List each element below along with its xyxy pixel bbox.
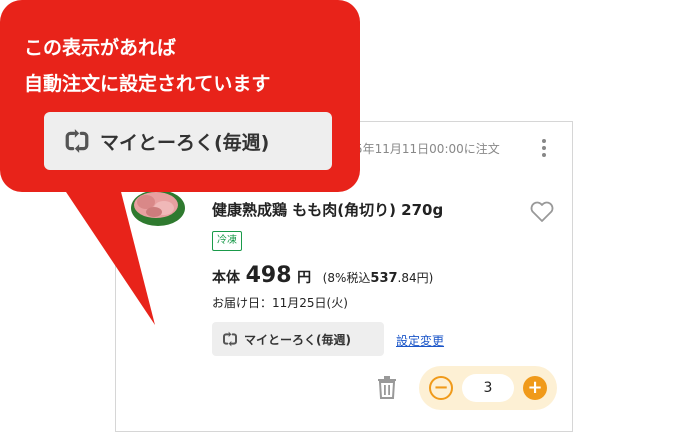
callout-text: この表示があれば 自動注文に設定されています bbox=[24, 30, 270, 102]
price-label: 本体 bbox=[212, 270, 240, 286]
subscription-chip: マイとーろく(毎週) bbox=[212, 322, 384, 356]
callout-line-1: この表示があれば bbox=[24, 37, 177, 59]
heart-icon[interactable] bbox=[529, 200, 555, 224]
order-date: 5年11月11日00:00に注文 bbox=[355, 142, 500, 156]
subscription-chip-label: マイとーろく(毎週) bbox=[244, 332, 351, 347]
price-row: 本体 498 円 (8%税込537.84円) bbox=[212, 263, 433, 288]
subscription-chip-large-label: マイとーろく(毎週) bbox=[100, 131, 270, 154]
product-thumbnail bbox=[131, 190, 185, 226]
callout-line-2: 自動注文に設定されています bbox=[24, 73, 271, 95]
plus-icon[interactable]: + bbox=[523, 376, 547, 400]
refresh-icon bbox=[223, 331, 237, 347]
quantity-stepper: − 3 + bbox=[419, 366, 557, 410]
frozen-badge: 冷凍 bbox=[212, 231, 242, 251]
product-name[interactable]: 健康熟成鶏 もも肉(角切り) 270g bbox=[212, 199, 443, 220]
subscription-chip-large: マイとーろく(毎週) bbox=[44, 112, 332, 170]
trash-icon[interactable] bbox=[376, 375, 398, 399]
delivery-date: お届け日：11月25日(火) bbox=[212, 296, 348, 310]
kebab-menu-icon[interactable] bbox=[538, 137, 550, 161]
tax-price: (8%税込537.84円) bbox=[322, 271, 434, 286]
refresh-icon bbox=[65, 129, 89, 153]
quantity-value[interactable]: 3 bbox=[462, 374, 514, 402]
change-settings-link[interactable]: 設定変更 bbox=[396, 332, 444, 349]
price-value: 498 bbox=[245, 263, 292, 288]
price-unit: 円 bbox=[297, 270, 312, 286]
minus-icon[interactable]: − bbox=[429, 376, 453, 400]
